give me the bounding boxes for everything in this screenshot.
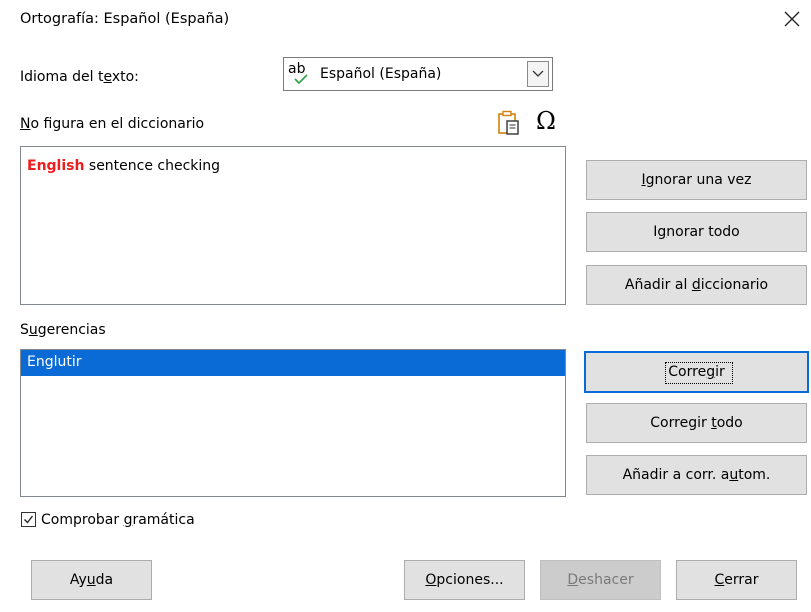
- close-icon[interactable]: [779, 6, 805, 32]
- grammar-checkbox[interactable]: [21, 512, 36, 527]
- correct-all-button[interactable]: Corregir todo: [586, 403, 807, 443]
- ignore-all-button[interactable]: Ignorar todo: [586, 212, 807, 252]
- language-spellcheck-icon: ab: [288, 62, 316, 86]
- close-button[interactable]: Cerrar: [676, 560, 797, 600]
- language-select[interactable]: ab Español (España): [283, 57, 553, 91]
- correct-button[interactable]: Corregir: [584, 351, 809, 393]
- language-label: Idioma del texto:: [20, 69, 139, 85]
- language-dropdown-button[interactable]: [527, 61, 549, 87]
- not-in-dictionary-label: No figura en el diccionario: [20, 116, 205, 132]
- help-button[interactable]: Ayuda: [31, 560, 152, 600]
- sentence-text: English sentence checking: [27, 158, 220, 174]
- omega-icon[interactable]: Ω: [533, 107, 559, 135]
- grammar-checkbox-label[interactable]: Comprobar gramática: [41, 512, 195, 528]
- undo-button[interactable]: Deshacer: [540, 560, 661, 600]
- chevron-down-icon: [532, 70, 544, 77]
- paste-icon[interactable]: [497, 110, 521, 136]
- spelling-dialog: Ortografía: Español (España) Idioma del …: [0, 0, 811, 612]
- suggestion-item[interactable]: Englutir: [21, 350, 565, 376]
- sentence-textbox[interactable]: English sentence checking: [20, 146, 566, 305]
- ignore-once-button[interactable]: Ignorar una vez: [586, 160, 807, 200]
- add-to-autocorrect-button[interactable]: Añadir a corr. autom.: [586, 455, 807, 495]
- suggestions-list[interactable]: Englutir: [20, 349, 566, 497]
- checkmark-icon: [24, 515, 34, 524]
- options-button[interactable]: Opciones...: [404, 560, 525, 600]
- sentence-rest: sentence checking: [84, 158, 221, 174]
- language-value: Español (España): [320, 66, 442, 82]
- misspelled-word: English: [27, 158, 85, 174]
- suggestions-label: Sugerencias: [20, 322, 106, 338]
- focus-rect: [665, 362, 733, 384]
- add-to-dictionary-button[interactable]: Añadir al diccionario: [586, 265, 807, 305]
- dialog-title: Ortografía: Español (España): [20, 11, 230, 27]
